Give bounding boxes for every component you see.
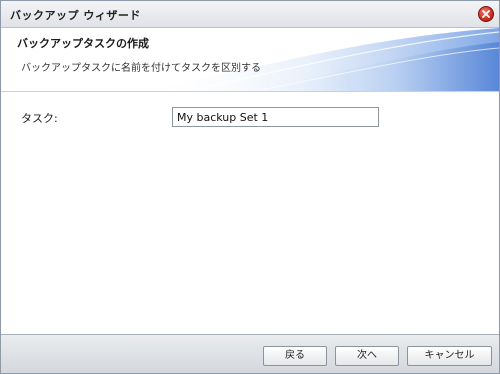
- back-button[interactable]: 戻る: [263, 346, 327, 366]
- window-title: バックアップ ウィザード: [10, 9, 141, 22]
- next-button[interactable]: 次へ: [335, 346, 399, 366]
- step-title: バックアップタスクの作成: [17, 37, 149, 50]
- dialog-footer: 戻る 次へ キャンセル: [1, 334, 499, 373]
- task-name-label: タスク:: [21, 112, 58, 125]
- backup-wizard-dialog: バックアップ ウィザード バックアップタスクの作成 バックアップタスクに名前を付…: [0, 0, 500, 374]
- title-bar: バックアップ ウィザード: [1, 1, 499, 28]
- cancel-button[interactable]: キャンセル: [407, 346, 492, 366]
- wizard-header: バックアップタスクの作成 バックアップタスクに名前を付けてタスクを区別する: [1, 28, 499, 92]
- close-icon[interactable]: [478, 6, 494, 22]
- task-name-input[interactable]: [172, 107, 379, 127]
- step-description: バックアップタスクに名前を付けてタスクを区別する: [21, 63, 261, 74]
